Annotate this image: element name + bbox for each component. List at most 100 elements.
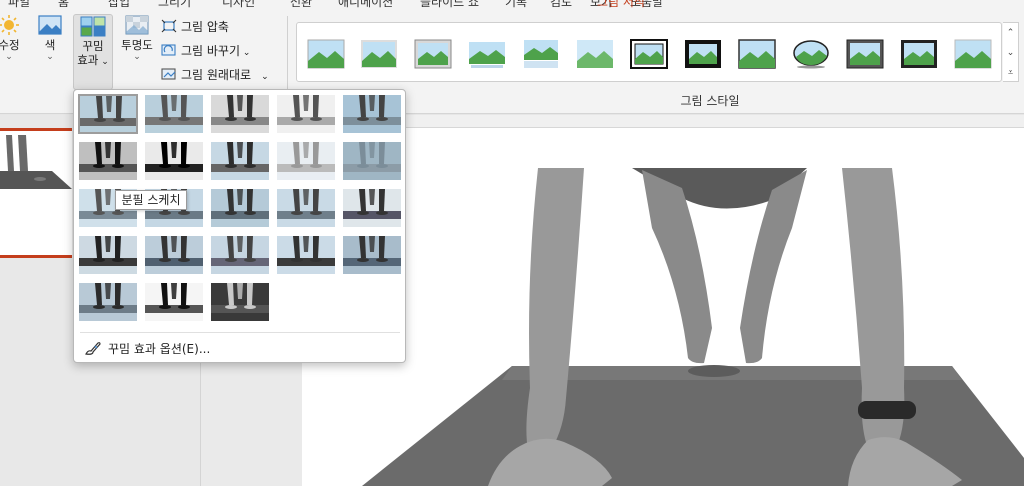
tab-design[interactable]: 디자인	[222, 0, 255, 8]
style-reflected[interactable]	[522, 39, 560, 69]
chevron-down-icon: ⌄	[133, 52, 141, 62]
artistic-effect-option[interactable]	[78, 282, 138, 322]
change-picture-icon	[161, 44, 176, 56]
artistic-effect-option[interactable]	[276, 188, 336, 228]
artistic-effects-icon	[80, 16, 106, 37]
style-simple-frame[interactable]	[307, 39, 345, 69]
style-rounded-diagonal[interactable]	[954, 39, 992, 69]
artistic-effect-option[interactable]	[210, 282, 270, 322]
style-simple-black[interactable]	[738, 39, 776, 69]
artistic-effects-options-item[interactable]: 꾸밈 효과 옵션(E)...	[84, 338, 210, 360]
effect-preview	[343, 95, 401, 133]
artistic-effect-option[interactable]	[276, 94, 336, 134]
artistic-effect-option[interactable]	[210, 94, 270, 134]
effect-preview	[211, 236, 269, 274]
artistic-effect-option[interactable]	[78, 94, 138, 134]
style-soft-rectangle[interactable]	[576, 39, 614, 69]
tab-transitions[interactable]: 전환	[290, 0, 312, 8]
color-button[interactable]: 색 ⌄	[32, 14, 68, 62]
corrections-label: 수정	[0, 38, 20, 52]
style-oval[interactable]	[792, 39, 830, 69]
compress-icon	[161, 19, 177, 33]
effect-preview	[211, 189, 269, 227]
artistic-effect-option[interactable]	[210, 141, 270, 181]
gallery-up-icon[interactable]: ⌃	[1003, 23, 1018, 43]
style-thick-matte[interactable]	[684, 39, 722, 69]
tab-draw[interactable]: 그리기	[158, 0, 191, 8]
chevron-down-icon: ⌄	[261, 72, 269, 82]
effect-preview	[277, 142, 335, 180]
plank-photo[interactable]	[302, 128, 1024, 486]
artistic-effect-option[interactable]	[342, 94, 402, 134]
effect-preview	[277, 189, 335, 227]
tab-animations[interactable]: 애니메이션	[338, 0, 393, 8]
tab-insert[interactable]: 삽입	[108, 0, 130, 8]
artistic-effect-option[interactable]	[78, 235, 138, 275]
style-metal-frame[interactable]	[846, 39, 884, 69]
effect-preview	[211, 142, 269, 180]
artistic-effect-option[interactable]	[78, 141, 138, 181]
artistic-effect-option[interactable]	[144, 235, 204, 275]
chevron-down-icon: ⌄	[240, 48, 251, 58]
effect-preview	[343, 236, 401, 274]
ruler	[302, 115, 1024, 128]
gallery-more-icon[interactable]: ⩡	[1003, 63, 1018, 83]
thumbnail-image	[0, 131, 72, 255]
transparency-button[interactable]: 투명도 ⌄	[117, 14, 157, 62]
style-double-frame[interactable]	[630, 39, 668, 69]
artistic-effect-option[interactable]	[144, 282, 204, 322]
gallery-down-icon[interactable]: ⌄	[1003, 43, 1018, 63]
slide-thumbnail[interactable]	[0, 128, 72, 258]
tab-slideshow[interactable]: 슬라이드 쇼	[420, 0, 479, 8]
style-perspective[interactable]	[468, 39, 506, 69]
artistic-effects-label-2: 효과	[77, 53, 99, 67]
tab-record[interactable]: 기록	[505, 0, 527, 8]
effect-preview	[211, 95, 269, 133]
change-picture-button[interactable]: 그림 바꾸기 ⌄	[161, 41, 250, 61]
effect-preview	[277, 95, 335, 133]
menu-separator	[80, 332, 400, 333]
chevron-down-icon: ⌄	[46, 52, 54, 62]
style-beveled[interactable]	[414, 39, 452, 69]
reset-picture-button[interactable]: 그림 원래대로 ⌄	[161, 65, 269, 85]
tab-home[interactable]: 홈	[58, 0, 69, 8]
compress-pictures-button[interactable]: 그림 압축	[161, 17, 229, 37]
artistic-effects-options-label: 꾸밈 효과 옵션(E)...	[108, 342, 211, 356]
sun-icon	[0, 15, 19, 35]
picture-styles-gallery	[296, 22, 1002, 82]
artistic-effect-option[interactable]	[144, 141, 204, 181]
picture-styles-group-label: 그림 스타일	[680, 94, 740, 108]
effect-preview	[145, 236, 203, 274]
slide-canvas[interactable]	[302, 128, 1024, 486]
chevron-down-icon: ⌄	[98, 57, 109, 67]
tab-file[interactable]: 파일	[8, 0, 30, 8]
effect-preview	[145, 95, 203, 133]
artistic-effect-option[interactable]	[276, 141, 336, 181]
effect-tooltip: 분필 스케치	[115, 190, 187, 210]
artistic-effect-option[interactable]	[342, 188, 402, 228]
reset-picture-icon	[161, 68, 176, 80]
tab-review[interactable]: 검토	[550, 0, 572, 8]
artistic-effects-label-1: 꾸밈	[82, 39, 104, 53]
effect-preview	[277, 236, 335, 274]
picture-color-icon	[38, 15, 62, 35]
artistic-effect-option[interactable]	[342, 141, 402, 181]
artistic-effect-option[interactable]	[210, 188, 270, 228]
artistic-effect-option[interactable]	[210, 235, 270, 275]
artistic-effect-option[interactable]	[144, 94, 204, 134]
corrections-button[interactable]: 수정 ⌄	[0, 14, 26, 62]
artistic-effects-button[interactable]: 꾸밈 효과 ⌄	[73, 14, 113, 90]
effect-preview	[79, 283, 137, 321]
effect-preview	[80, 96, 136, 132]
gallery-scroll[interactable]: ⌃ ⌄ ⩡	[1003, 22, 1019, 82]
effect-preview	[79, 236, 137, 274]
artistic-effect-option[interactable]	[342, 235, 402, 275]
effect-preview	[145, 283, 203, 321]
artistic-effect-option[interactable]	[276, 235, 336, 275]
reset-picture-label: 그림 원래대로	[181, 68, 252, 82]
color-label: 색	[44, 38, 56, 52]
tab-picture-format[interactable]: 그림 서식	[597, 0, 645, 8]
style-center-shadow[interactable]	[900, 39, 938, 69]
effect-preview	[145, 142, 203, 180]
style-soft-edge[interactable]	[360, 39, 398, 69]
